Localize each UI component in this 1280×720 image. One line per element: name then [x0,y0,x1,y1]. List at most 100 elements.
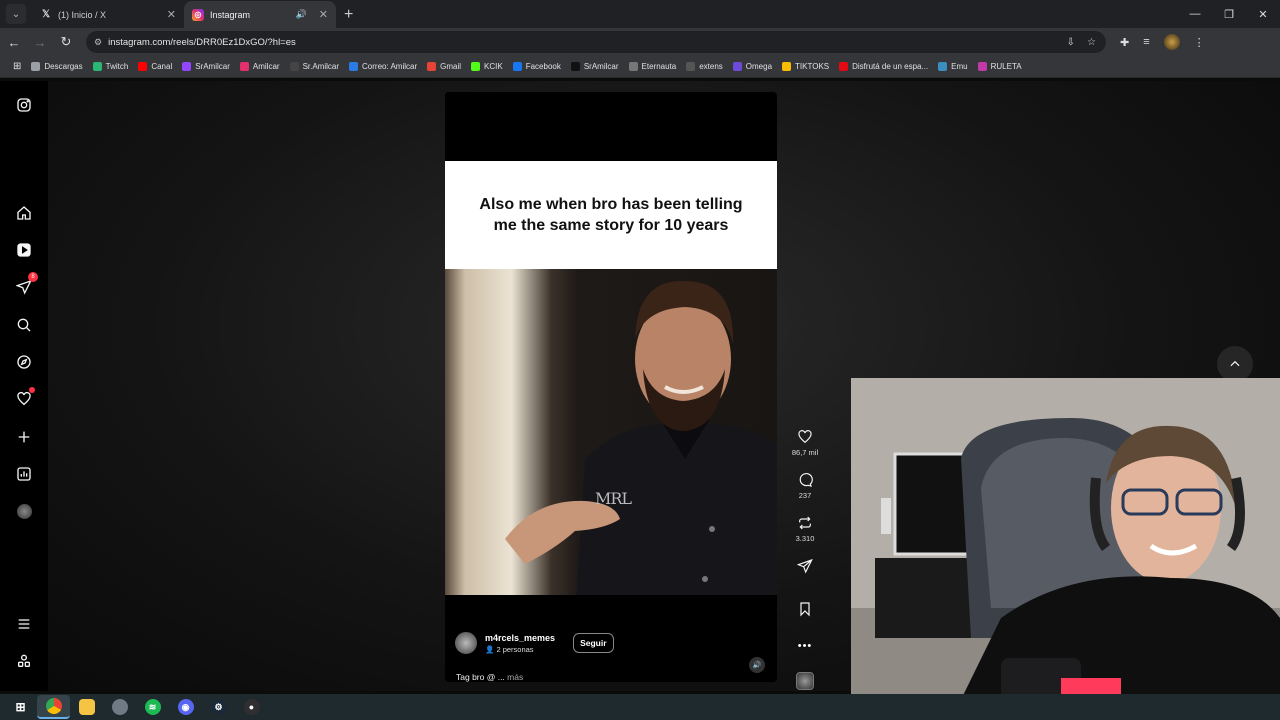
bookmark-item[interactable]: TIKTOKS [777,62,834,71]
menu-kebab-icon[interactable]: ⋮ [1194,36,1205,49]
site-info-icon[interactable]: ⚙ [94,37,102,48]
speaker-icon[interactable]: 🔊 [296,9,307,20]
bookmark-favicon-icon [570,62,580,71]
tab-x[interactable]: 𝕏 (1) Inicio / X ✕ [32,1,184,28]
x-icon: 𝕏 [41,9,51,20]
minimize-button[interactable]: — [1178,0,1212,28]
more-link[interactable]: más [507,672,523,682]
home-icon[interactable] [14,203,34,223]
bookmark-favicon-icon [782,62,792,71]
create-plus-icon[interactable] [14,427,34,447]
previous-reel-button[interactable] [1217,346,1253,382]
start-button[interactable]: ⊞ [4,695,37,719]
bookmark-item[interactable]: KCIK [466,62,508,71]
bookmark-star-icon[interactable]: ☆ [1087,37,1096,48]
bookmark-item[interactable]: Disfrutá de un espa... [834,62,933,71]
save-button[interactable] [786,601,824,644]
repost-button[interactable]: 3.310 [786,515,824,558]
bookmark-label: Descargas [44,62,83,71]
bookmark-item[interactable]: Amilcar [235,62,285,71]
bookmark-label: Facebook [525,62,561,71]
extensions-icon[interactable]: ✚ [1120,36,1129,49]
collab-count[interactable]: 👤 2 personas [485,645,555,654]
taskbar-spotify[interactable]: ≋ [136,695,169,719]
address-bar[interactable]: ⚙ instagram.com/reels/DRR0Ez1DxGO/?hl=es… [86,31,1106,53]
taskbar-discord[interactable]: ◉ [169,695,202,719]
author-name[interactable]: m4rcels_memes [485,633,555,643]
heart-notifications-icon[interactable] [14,387,35,409]
more-options-icon[interactable]: ••• [786,640,824,672]
bookmark-item[interactable]: Omega [728,62,777,71]
bookmark-item[interactable]: Canal [133,62,177,71]
heart-icon [798,430,812,444]
author-avatar[interactable] [455,632,477,654]
bookmark-favicon-icon [938,62,948,71]
hamburger-menu-icon[interactable] [14,614,34,634]
reels-icon[interactable] [14,240,34,260]
also-from-meta-icon[interactable] [14,651,34,671]
dashboard-icon[interactable] [14,464,34,484]
taskbar-obs[interactable]: ● [235,695,268,719]
bookmark-item[interactable]: Twitch [88,62,134,71]
mute-toggle-icon[interactable]: 🔊 [749,657,765,673]
bookmark-item[interactable]: Eternauta [624,62,682,71]
taskbar-file-explorer[interactable] [70,695,103,719]
like-button[interactable]: 86,7 mil [786,429,824,472]
reload-button[interactable]: ↻ [54,34,78,50]
bookmark-item[interactable]: SrAmilcar [177,62,235,71]
profile-avatar-icon[interactable] [14,501,34,521]
bookmark-item[interactable]: Correo: Amilcar [344,62,422,71]
audio-thumbnail[interactable] [796,672,814,690]
bookmark-item[interactable]: Emu [933,62,972,71]
tab-search-button[interactable]: ⌄ [6,4,26,24]
reel-video-frame[interactable]: MRL [445,269,777,595]
bookmark-item[interactable]: SrAmilcar [566,62,624,71]
restore-button[interactable]: ❐ [1212,0,1246,28]
profile-avatar[interactable] [1163,34,1180,50]
bookmark-favicon-icon [512,62,522,71]
bookmark-item[interactable]: RULETA [973,62,1027,71]
bookmark-item[interactable]: Gmail [422,62,466,71]
explore-icon[interactable] [14,352,34,372]
comment-button[interactable]: 237 [786,472,824,515]
bookmark-favicon-icon [628,62,638,71]
taskbar-app-4[interactable] [103,695,136,719]
bookmark-favicon-icon [471,62,481,71]
media-controls-icon[interactable]: ≡ [1143,36,1149,48]
reel-caption-box: Also me when bro has been telling me the… [445,161,777,269]
bookmark-item[interactable]: extens [681,62,728,71]
bookmark-label: Amilcar [252,62,280,71]
install-app-icon[interactable]: ⇩ [1067,37,1075,48]
bookmark-label: RULETA [990,62,1022,71]
search-icon[interactable] [14,315,34,335]
back-button[interactable]: ← [2,35,26,50]
bookmark-label: TIKTOKS [795,62,830,71]
bookmark-label: Omega [745,62,773,71]
bookmark-label: Sr.Amilcar [302,62,340,71]
follow-button[interactable]: Seguir [573,633,614,653]
close-icon[interactable]: ✕ [167,8,176,21]
share-button[interactable] [786,558,824,601]
notification-dot [29,387,35,393]
window-controls: — ❐ ✕ [1178,0,1280,28]
webcam-scene [851,378,1280,720]
messages-icon[interactable]: 8 [14,272,38,297]
bookmark-favicon-icon [182,62,192,71]
close-window-button[interactable]: ✕ [1246,0,1280,28]
reel-description: Tag bro @ ... más [456,672,524,682]
bookmark-favicon-icon [349,62,359,71]
bookmark-item[interactable]: Descargas [26,62,87,71]
bookmark-item[interactable]: Sr.Amilcar [285,62,344,71]
new-tab-button[interactable]: + [344,6,353,24]
apps-grid-icon[interactable]: ⊞ [8,61,26,72]
reel-player[interactable]: Also me when bro has been telling me the… [445,92,777,682]
forward-button[interactable]: → [28,35,52,50]
taskbar-chrome[interactable] [37,695,70,719]
bookmark-item[interactable]: Facebook [508,62,566,71]
tab-instagram[interactable]: ◎ Instagram 🔊 ✕ [184,1,336,28]
browser-toolbar: ← → ↻ ⚙ instagram.com/reels/DRR0Ez1DxGO/… [0,28,1280,56]
taskbar-steam[interactable]: ⚙ [202,695,235,719]
instagram-logo-icon[interactable] [14,95,34,115]
comment-icon [799,473,813,487]
close-icon[interactable]: ✕ [319,8,328,21]
